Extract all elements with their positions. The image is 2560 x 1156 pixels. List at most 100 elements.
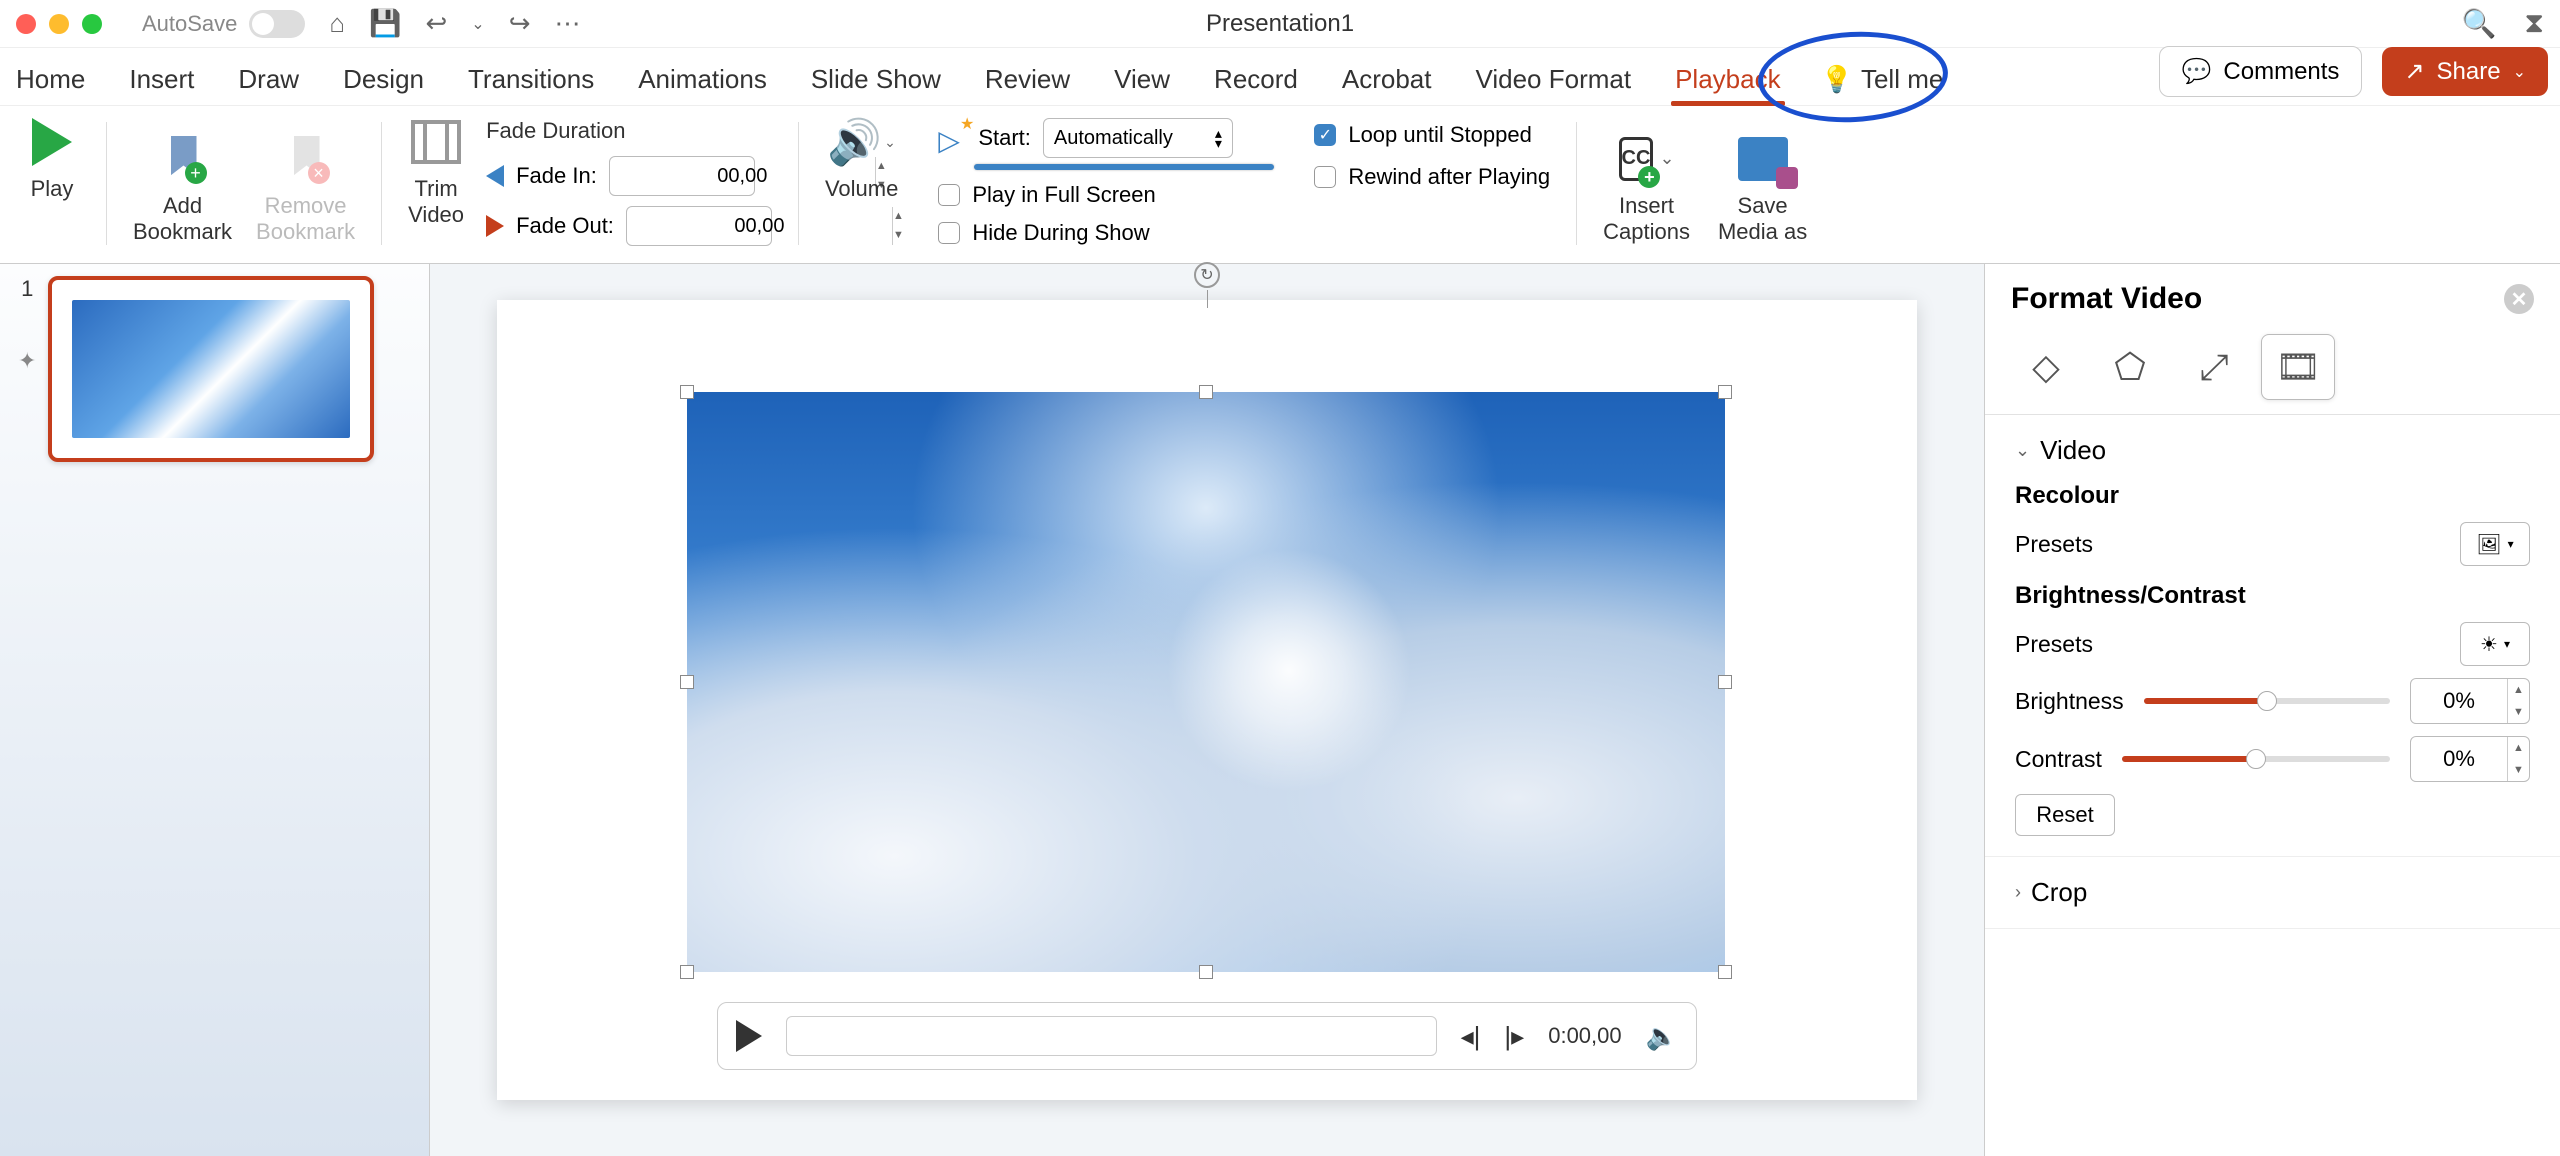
player-volume-button[interactable]: 🔈 [1646, 1021, 1678, 1052]
home-icon[interactable]: ⌂ [329, 8, 345, 39]
search-icon[interactable]: 🔍 [2461, 7, 2496, 40]
crop-label: Crop [2031, 877, 2087, 908]
tab-playback[interactable]: Playback [1671, 64, 1785, 105]
animation-indicator-icon: ✦ [18, 348, 36, 374]
resize-handle[interactable] [1718, 385, 1732, 399]
contrast-slider[interactable] [2122, 756, 2390, 762]
play-full-screen-check[interactable]: Play in Full Screen [938, 182, 1274, 208]
quick-access: ⌂ 💾 ↩ ⌄ ↪ ⋯ [329, 8, 580, 39]
redo-icon[interactable]: ↪ [509, 8, 531, 39]
tab-design[interactable]: Design [339, 64, 428, 105]
pane-tab-size[interactable]: ⤢ [2177, 334, 2251, 400]
activity-icon[interactable]: ⧗ [2524, 7, 2544, 40]
volume-button[interactable]: 🔊⌄ Volume [825, 114, 898, 202]
close-window[interactable] [16, 14, 36, 34]
start-dropdown[interactable]: Automatically ▴▾ [1043, 118, 1233, 158]
reset-button[interactable]: Reset [2015, 794, 2115, 836]
share-icon: ↗ [2404, 57, 2424, 86]
bc-presets-button[interactable]: ☀ ▾ [2460, 622, 2530, 666]
contrast-value: 0% [2411, 746, 2507, 772]
contrast-down[interactable]: ▼ [2508, 759, 2529, 781]
autosave-toggle[interactable]: AutoSave [142, 10, 305, 38]
slide-thumbnails: 1 ✦ [0, 264, 430, 1156]
share-button[interactable]: ↗ Share ⌄ [2382, 47, 2548, 96]
resize-handle[interactable] [1199, 965, 1213, 979]
comments-label: Comments [2223, 58, 2339, 86]
player-play-button[interactable] [736, 1020, 762, 1052]
save-icon[interactable]: 💾 [369, 8, 401, 39]
contrast-up[interactable]: ▲ [2508, 737, 2529, 759]
undo-icon[interactable]: ↩ [426, 8, 448, 39]
video-section-toggle[interactable]: ⌄ Video [2015, 435, 2530, 466]
play-button[interactable]: Play [24, 114, 80, 202]
tab-review[interactable]: Review [981, 64, 1074, 105]
fade-out-label: Fade Out: [516, 213, 614, 239]
slide[interactable]: ↻ ◂| |▸ 0:00,00 🔈 [497, 300, 1917, 1100]
switch-icon[interactable] [249, 10, 305, 38]
skip-back-button[interactable]: ◂| [1461, 1021, 1481, 1052]
minimize-window[interactable] [49, 14, 69, 34]
brightness-slider[interactable] [2144, 698, 2390, 704]
trim-video-button[interactable]: Trim Video [408, 114, 464, 228]
chevron-down-icon: ⌄ [2015, 440, 2030, 461]
rewind-after-playing-check[interactable]: Rewind after Playing [1314, 164, 1550, 190]
slide-canvas: ↻ ◂| |▸ 0:00,00 🔈 [430, 264, 1984, 1156]
tab-animations[interactable]: Animations [634, 64, 771, 105]
tab-slideshow[interactable]: Slide Show [807, 64, 945, 105]
brightness-up[interactable]: ▲ [2508, 679, 2529, 701]
tab-transitions[interactable]: Transitions [464, 64, 598, 105]
pane-tab-fill[interactable]: ◇ [2009, 334, 2083, 400]
resize-handle[interactable] [680, 965, 694, 979]
skip-forward-button[interactable]: |▸ [1504, 1021, 1524, 1052]
comments-button[interactable]: 💬 Comments [2159, 46, 2363, 97]
recolour-presets-button[interactable]: 🖼 ▾ [2460, 522, 2530, 566]
save-media-button[interactable]: Save Media as [1718, 131, 1807, 245]
video-section-label: Video [2040, 435, 2106, 466]
lightbulb-icon: 💡 [1821, 64, 1853, 95]
add-bookmark-button[interactable]: Add Bookmark [133, 131, 232, 245]
tab-view[interactable]: View [1110, 64, 1174, 105]
tell-me[interactable]: 💡 Tell me [1821, 64, 1944, 105]
resize-handle[interactable] [1718, 675, 1732, 689]
fade-duration-label: Fade Duration [486, 118, 772, 144]
seek-bar[interactable] [786, 1016, 1437, 1056]
brightness-down[interactable]: ▼ [2508, 701, 2529, 723]
resize-handle[interactable] [1199, 385, 1213, 399]
tab-record[interactable]: Record [1210, 64, 1302, 105]
pane-tab-effects[interactable]: ⬠ [2093, 334, 2167, 400]
checkbox-icon [938, 184, 960, 206]
rotate-handle[interactable]: ↻ [1194, 262, 1220, 288]
document-title: Presentation1 [1206, 10, 1354, 38]
brightness-input[interactable]: 0% ▲▼ [2410, 678, 2530, 724]
pane-close-button[interactable]: ✕ [2504, 284, 2534, 314]
tab-home[interactable]: Home [12, 64, 89, 105]
slide-number: 1 [21, 276, 33, 302]
chevron-down-icon: ▾ [2508, 537, 2514, 551]
resize-handle[interactable] [680, 385, 694, 399]
resize-handle[interactable] [1718, 965, 1732, 979]
maximize-window[interactable] [82, 14, 102, 34]
video-preview [687, 392, 1725, 972]
contrast-input[interactable]: 0% ▲▼ [2410, 736, 2530, 782]
remove-bookmark-label: Remove Bookmark [256, 193, 355, 245]
tab-videoformat[interactable]: Video Format [1471, 64, 1635, 105]
brightness-value: 0% [2411, 688, 2507, 714]
more-icon[interactable]: ⋯ [555, 8, 581, 39]
loop-until-stopped-check[interactable]: ✓ Loop until Stopped [1314, 122, 1550, 148]
video-object[interactable] [687, 392, 1725, 972]
crop-section-toggle[interactable]: › Crop [2015, 877, 2530, 908]
tab-insert[interactable]: Insert [125, 64, 198, 105]
start-icon: ▷ [938, 124, 966, 152]
play-label: Play [31, 176, 74, 202]
resize-handle[interactable] [680, 675, 694, 689]
hide-during-show-check[interactable]: Hide During Show [938, 220, 1274, 246]
tab-draw[interactable]: Draw [234, 64, 303, 105]
undo-dropdown-icon[interactable]: ⌄ [471, 14, 484, 34]
pane-tab-video[interactable]: 🎞 [2261, 334, 2335, 400]
fade-out-input[interactable]: ▲▼ [626, 206, 772, 246]
tab-acrobat[interactable]: Acrobat [1338, 64, 1436, 105]
fade-in-input[interactable]: ▲▼ [609, 156, 755, 196]
insert-captions-button[interactable]: CC ⌄ Insert Captions [1603, 131, 1690, 245]
slide-thumbnail-1[interactable] [48, 276, 374, 462]
chevron-down-icon: ⌄ [1659, 148, 1674, 169]
